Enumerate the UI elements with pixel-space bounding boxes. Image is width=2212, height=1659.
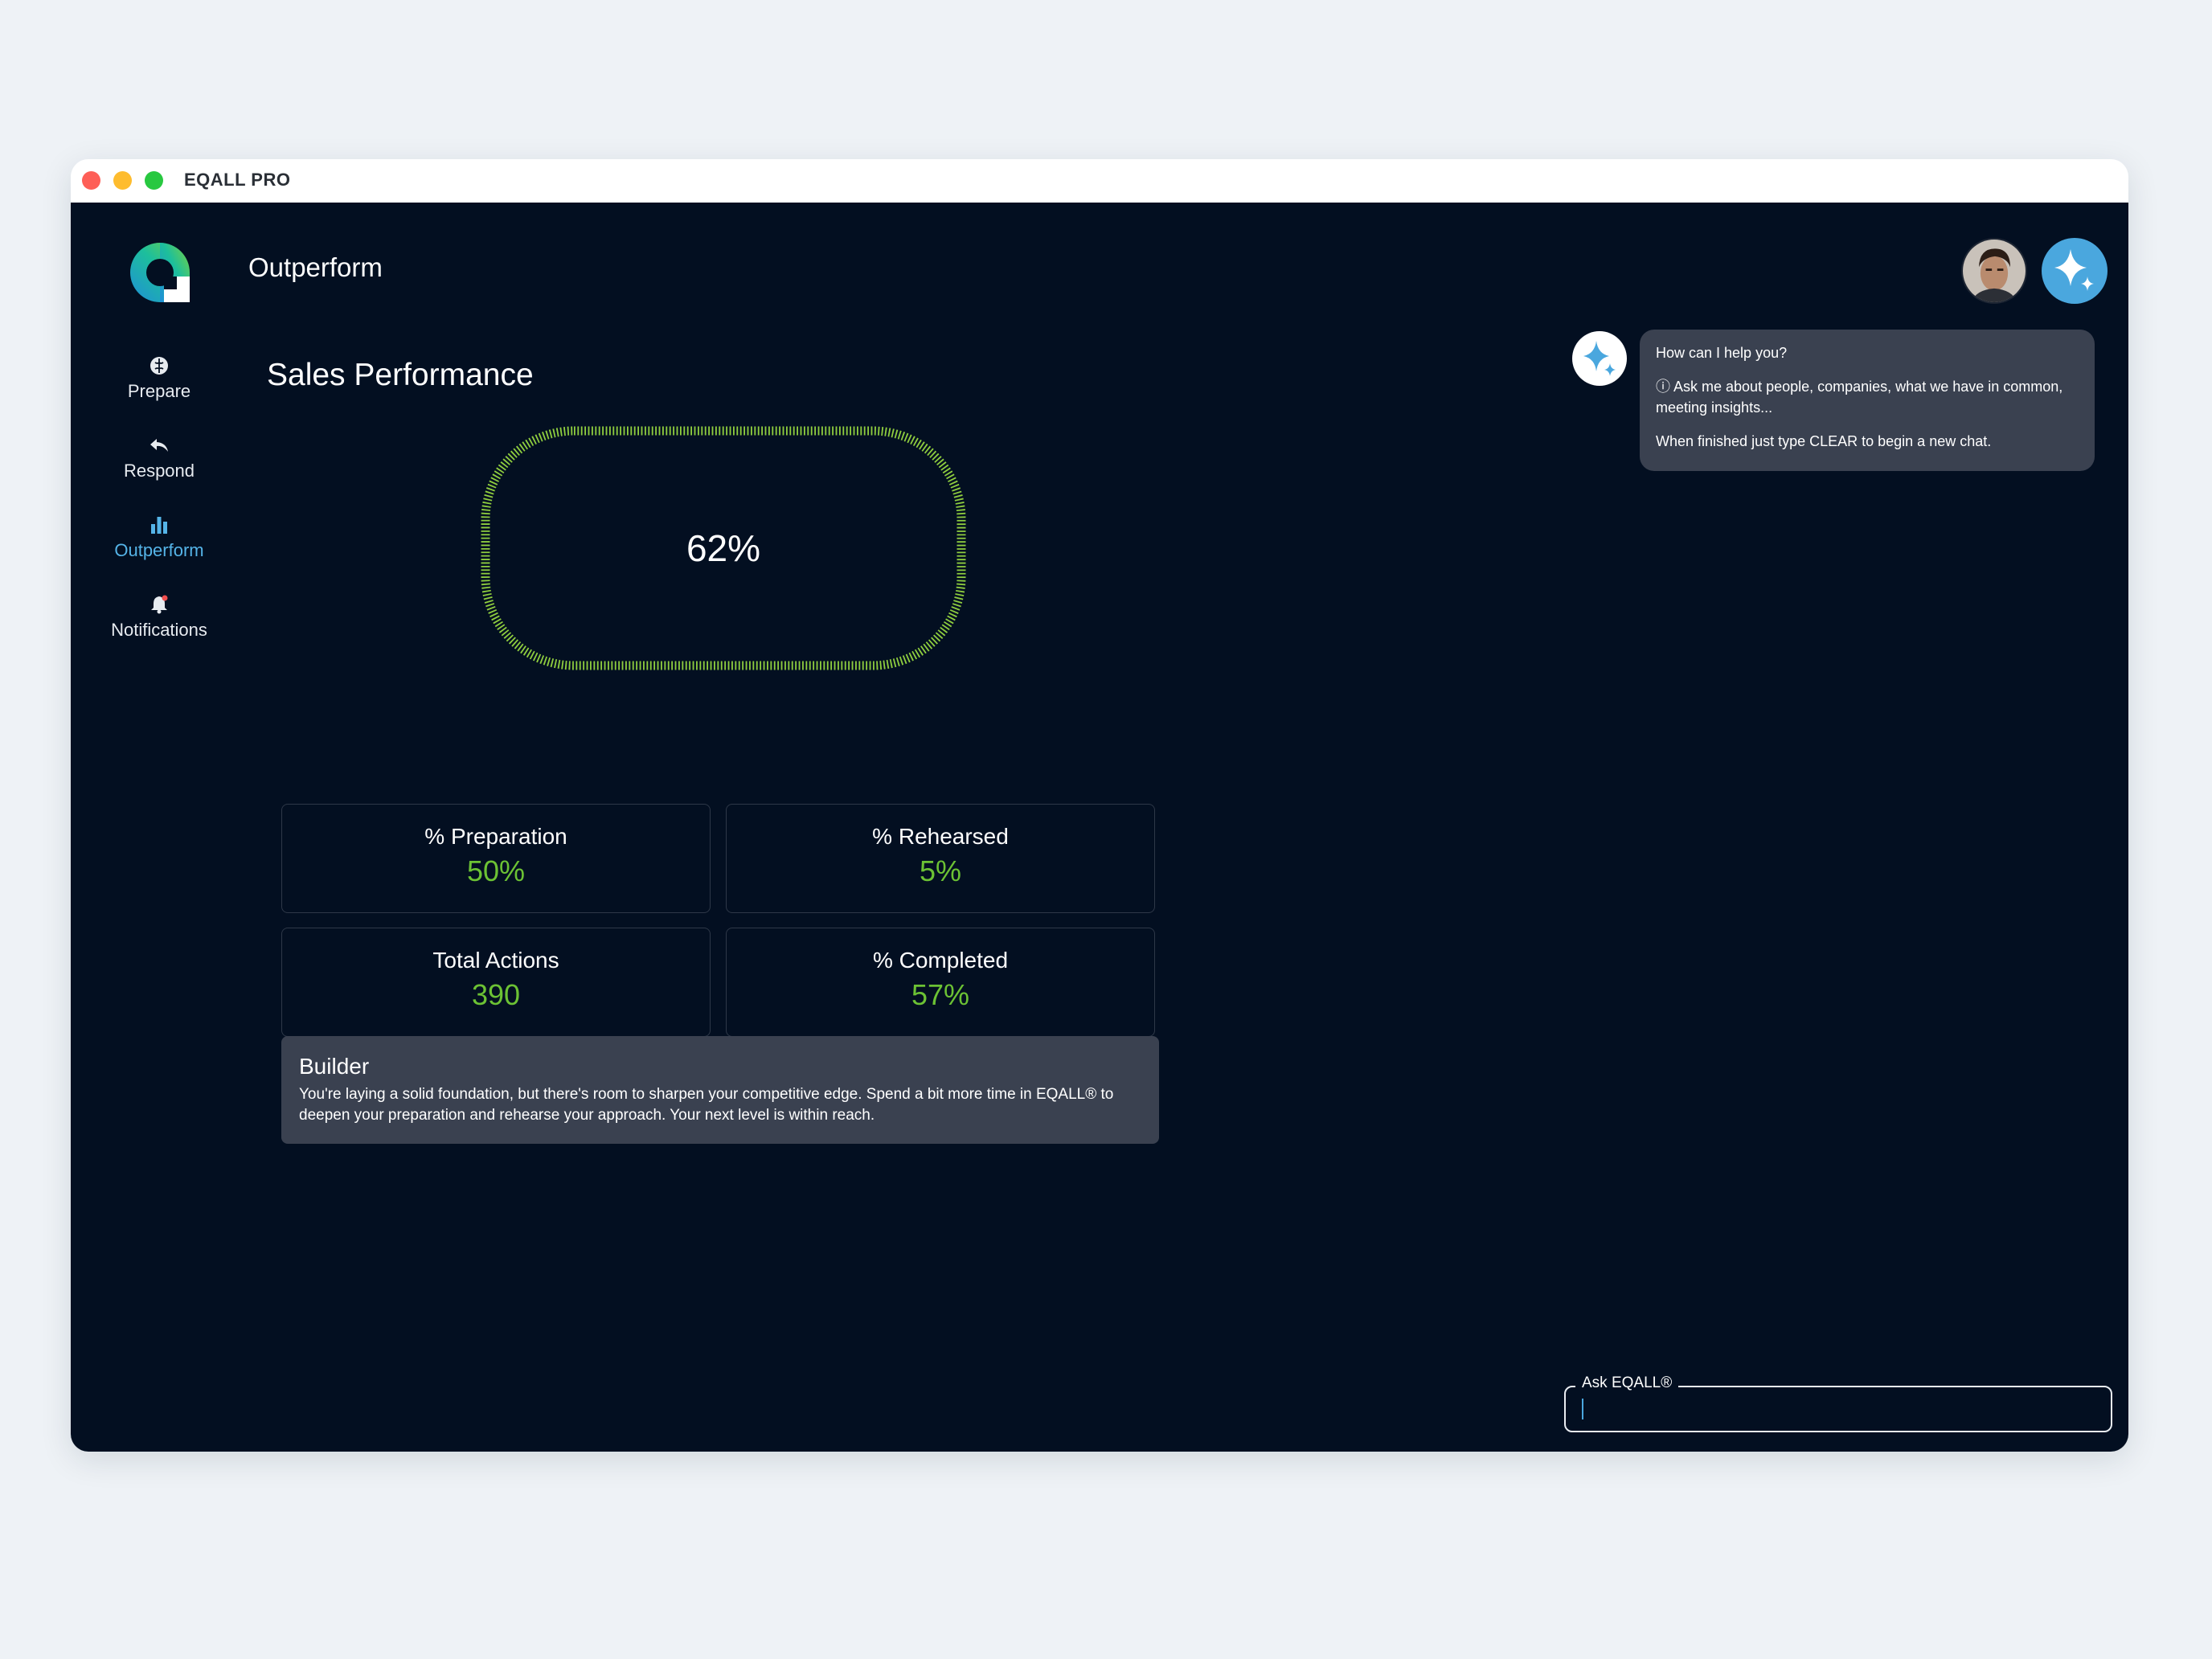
bar-chart-icon <box>151 517 167 534</box>
page-header-title: Outperform <box>248 252 383 282</box>
sidebar-item-respond[interactable]: Respond <box>103 435 215 481</box>
gauge-value: 62% <box>686 527 761 569</box>
sparkle-icon <box>2054 249 2094 291</box>
stat-value: 50% <box>466 854 526 887</box>
stat-label: Total Actions <box>432 948 559 973</box>
title-bar: EQALL PRO <box>71 159 2128 203</box>
stat-label: % Rehearsed <box>872 824 1009 849</box>
stat-label: % Preparation <box>424 824 567 849</box>
bell-icon <box>151 595 168 614</box>
section-title: Sales Performance <box>267 358 534 392</box>
stat-value: 57% <box>911 978 970 1011</box>
stat-value: 5% <box>919 854 962 887</box>
reply-icon <box>150 439 168 452</box>
user-avatar[interactable] <box>1961 238 2027 304</box>
close-window-button[interactable] <box>82 171 100 190</box>
stat-card-rehearsed: % Rehearsed 5% <box>726 804 1155 913</box>
message-line: How can I help you? <box>1656 345 1788 361</box>
assistant-message-bubble: How can I help you? ⓘ Ask me about peopl… <box>1640 330 2095 471</box>
stat-card-total-actions: Total Actions 390 <box>281 928 711 1037</box>
stat-card-preparation: % Preparation 50% <box>281 804 711 913</box>
stat-value: 390 <box>471 978 521 1011</box>
stat-card-completed: % Completed 57% <box>726 928 1155 1037</box>
ask-eqall-input[interactable] <box>1575 1395 2098 1423</box>
eqall-logo-icon[interactable] <box>127 240 193 305</box>
maximize-window-button[interactable] <box>145 171 163 190</box>
minimize-window-button[interactable] <box>113 171 132 190</box>
ask-eqall-label: Ask EQALL® <box>1575 1374 1679 1392</box>
ai-assistant-button[interactable] <box>2042 238 2108 304</box>
sidebar-item-prepare[interactable]: Prepare <box>103 355 215 402</box>
sidebar-item-label: Outperform <box>114 540 204 560</box>
ask-eqall-field[interactable] <box>1564 1386 2112 1432</box>
window-title: EQALL PRO <box>184 170 291 190</box>
builder-card: Builder You're laying a solid foundation… <box>281 1036 1159 1144</box>
sidebar-item-notifications[interactable]: Notifications <box>103 594 215 641</box>
builder-title: Builder <box>299 1054 370 1079</box>
assistant-avatar <box>1572 331 1627 386</box>
text-caret <box>1582 1399 1583 1419</box>
sidebar-item-label: Respond <box>123 461 195 481</box>
stat-label: % Completed <box>872 948 1009 973</box>
sidebar-item-outperform[interactable]: Outperform <box>103 514 215 561</box>
app-window: EQALL PRO Outperform Prepare Respond Out… <box>71 159 2128 1452</box>
sidebar-item-label: Notifications <box>111 620 207 640</box>
sparkle-icon <box>1583 341 1616 376</box>
message-line: When finished just type CLEAR to begin a… <box>1656 433 1992 449</box>
app-content: Outperform Prepare Respond Outperform No… <box>71 203 2128 1452</box>
sidebar-item-label: Prepare <box>127 381 191 401</box>
message-line: ⓘ Ask me about people, companies, what w… <box>1656 379 2063 416</box>
builder-text: You're laying a solid foundation, but th… <box>299 1086 1114 1124</box>
brain-icon <box>150 357 168 375</box>
